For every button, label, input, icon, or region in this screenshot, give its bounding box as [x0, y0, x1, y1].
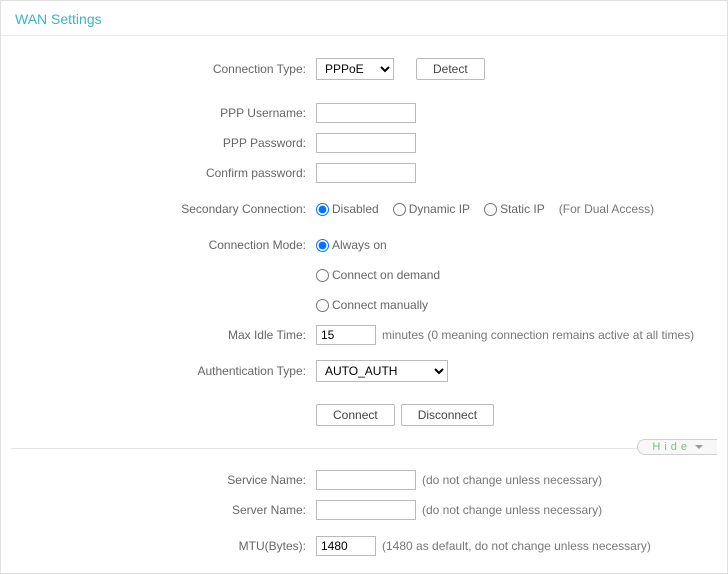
- secondary-disabled-option[interactable]: Disabled: [316, 202, 379, 216]
- mtu-note: (1480 as default, do not change unless n…: [382, 539, 651, 553]
- form-area: Connection Type: PPPoE Detect PPP Userna…: [1, 36, 727, 574]
- page-title: WAN Settings: [1, 1, 727, 36]
- service-name-input[interactable]: [316, 470, 416, 490]
- ppp-username-input[interactable]: [316, 103, 416, 123]
- detect-button[interactable]: Detect: [416, 58, 485, 80]
- secondary-static-radio[interactable]: [484, 203, 497, 216]
- secondary-dynamic-radio[interactable]: [393, 203, 406, 216]
- disconnect-button[interactable]: Disconnect: [401, 404, 494, 426]
- hide-toggle[interactable]: Hide: [637, 439, 717, 455]
- server-name-note: (do not change unless necessary): [422, 503, 602, 517]
- hide-toggle-label: Hide: [652, 441, 691, 453]
- mode-demand-option[interactable]: Connect on demand: [316, 268, 440, 282]
- connection-type-select[interactable]: PPPoE: [316, 58, 394, 80]
- label-mtu: MTU(Bytes):: [11, 539, 316, 553]
- label-confirm-password: Confirm password:: [11, 166, 316, 180]
- mtu-input[interactable]: [316, 536, 376, 556]
- secondary-disabled-radio[interactable]: [316, 203, 329, 216]
- mode-demand-radio[interactable]: [316, 269, 329, 282]
- mode-always-radio[interactable]: [316, 239, 329, 252]
- confirm-password-input[interactable]: [316, 163, 416, 183]
- label-connection-type: Connection Type:: [11, 62, 316, 76]
- service-name-note: (do not change unless necessary): [422, 473, 602, 487]
- connect-button[interactable]: Connect: [316, 404, 395, 426]
- auth-type-select[interactable]: AUTO_AUTH: [316, 360, 448, 382]
- wan-settings-panel: WAN Settings Connection Type: PPPoE Dete…: [0, 0, 728, 574]
- secondary-dynamic-option[interactable]: Dynamic IP: [393, 202, 470, 216]
- label-server-name: Server Name:: [11, 503, 316, 517]
- label-secondary-connection: Secondary Connection:: [11, 202, 316, 216]
- label-connection-mode: Connection Mode:: [11, 238, 316, 252]
- label-max-idle: Max Idle Time:: [11, 328, 316, 342]
- secondary-note: (For Dual Access): [559, 202, 654, 216]
- secondary-static-option[interactable]: Static IP: [484, 202, 545, 216]
- max-idle-note: minutes (0 meaning connection remains ac…: [382, 328, 694, 342]
- max-idle-input[interactable]: [316, 325, 376, 345]
- section-divider: Hide: [11, 448, 717, 449]
- label-auth-type: Authentication Type:: [11, 364, 316, 378]
- label-ppp-username: PPP Username:: [11, 106, 316, 120]
- label-ppp-password: PPP Password:: [11, 136, 316, 150]
- label-service-name: Service Name:: [11, 473, 316, 487]
- ppp-password-input[interactable]: [316, 133, 416, 153]
- chevron-down-icon: [695, 445, 703, 449]
- mode-manual-radio[interactable]: [316, 299, 329, 312]
- mode-manual-option[interactable]: Connect manually: [316, 298, 428, 312]
- server-name-input[interactable]: [316, 500, 416, 520]
- mode-always-option[interactable]: Always on: [316, 238, 387, 252]
